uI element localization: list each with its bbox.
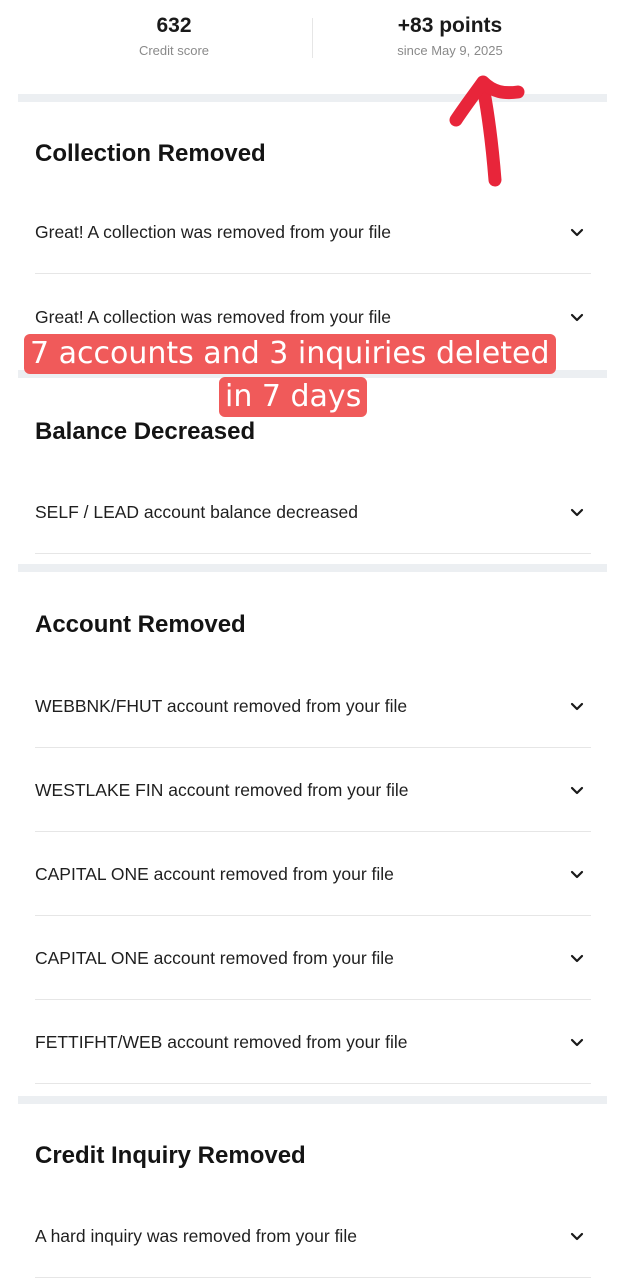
points-change-label: since May 9, 2025 <box>397 43 503 58</box>
chevron-down-icon[interactable] <box>569 950 585 966</box>
chevron-down-icon[interactable] <box>569 1034 585 1050</box>
credit-score-stat: 632 Credit score <box>54 12 294 60</box>
section-title-credit-inquiry-removed: Credit Inquiry Removed <box>35 1142 306 1169</box>
list-item-label: CAPITAL ONE account removed from your fi… <box>35 948 394 968</box>
list-item-label: A hard inquiry was removed from your fil… <box>35 1226 357 1246</box>
list-item[interactable]: A hard inquiry was removed from your fil… <box>35 1194 591 1278</box>
overlay-caption-line1: 7 accounts and 3 inquiries deleted <box>24 334 556 374</box>
list-item[interactable]: WEBBNK/FHUT account removed from your fi… <box>35 664 591 748</box>
chevron-down-icon[interactable] <box>569 698 585 714</box>
list-item-label: Great! A collection was removed from you… <box>35 222 391 242</box>
chevron-down-icon[interactable] <box>569 224 585 240</box>
list-item-label: WEBBNK/FHUT account removed from your fi… <box>35 696 408 716</box>
chevron-down-icon[interactable] <box>569 782 585 798</box>
list-item[interactable]: CAPITAL ONE account removed from your fi… <box>35 832 591 916</box>
stat-divider <box>312 18 313 58</box>
list-item-label: SELF / LEAD account balance decreased <box>35 502 358 522</box>
credit-score-value: 632 <box>156 14 192 37</box>
points-change-stat: +83 points since May 9, 2025 <box>330 12 570 60</box>
list-item[interactable]: CAPITAL ONE account removed from your fi… <box>35 916 591 1000</box>
list-item[interactable]: SELF / LEAD account balance decreased <box>35 470 591 554</box>
list-item[interactable]: FETTIFHT/WEB account removed from your f… <box>35 1000 591 1084</box>
list-item-label: CAPITAL ONE account removed from your fi… <box>35 864 394 884</box>
chevron-down-icon[interactable] <box>569 504 585 520</box>
list-item-label: FETTIFHT/WEB account removed from your f… <box>35 1032 408 1052</box>
section-divider <box>18 1096 607 1104</box>
hand-drawn-arrow-icon <box>449 75 525 187</box>
credit-score-label: Credit score <box>138 43 210 58</box>
section-title-balance-decreased: Balance Decreased <box>35 418 256 445</box>
list-item[interactable]: WESTLAKE FIN account removed from your f… <box>35 748 591 832</box>
chevron-down-icon[interactable] <box>569 866 585 882</box>
chevron-down-icon[interactable] <box>569 1228 585 1244</box>
list-item-label: WESTLAKE FIN account removed from your f… <box>35 780 409 800</box>
score-summary: 632 Credit score +83 points since May 9,… <box>0 0 624 94</box>
points-change-value: +83 points <box>397 14 503 37</box>
list-item[interactable]: Great! A collection was removed from you… <box>35 190 591 274</box>
overlay-caption-line2: in 7 days <box>219 377 368 417</box>
section-title-collection-removed: Collection Removed <box>35 140 266 167</box>
chevron-down-icon[interactable] <box>569 309 585 325</box>
section-title-account-removed: Account Removed <box>35 611 246 638</box>
section-divider <box>18 564 607 572</box>
